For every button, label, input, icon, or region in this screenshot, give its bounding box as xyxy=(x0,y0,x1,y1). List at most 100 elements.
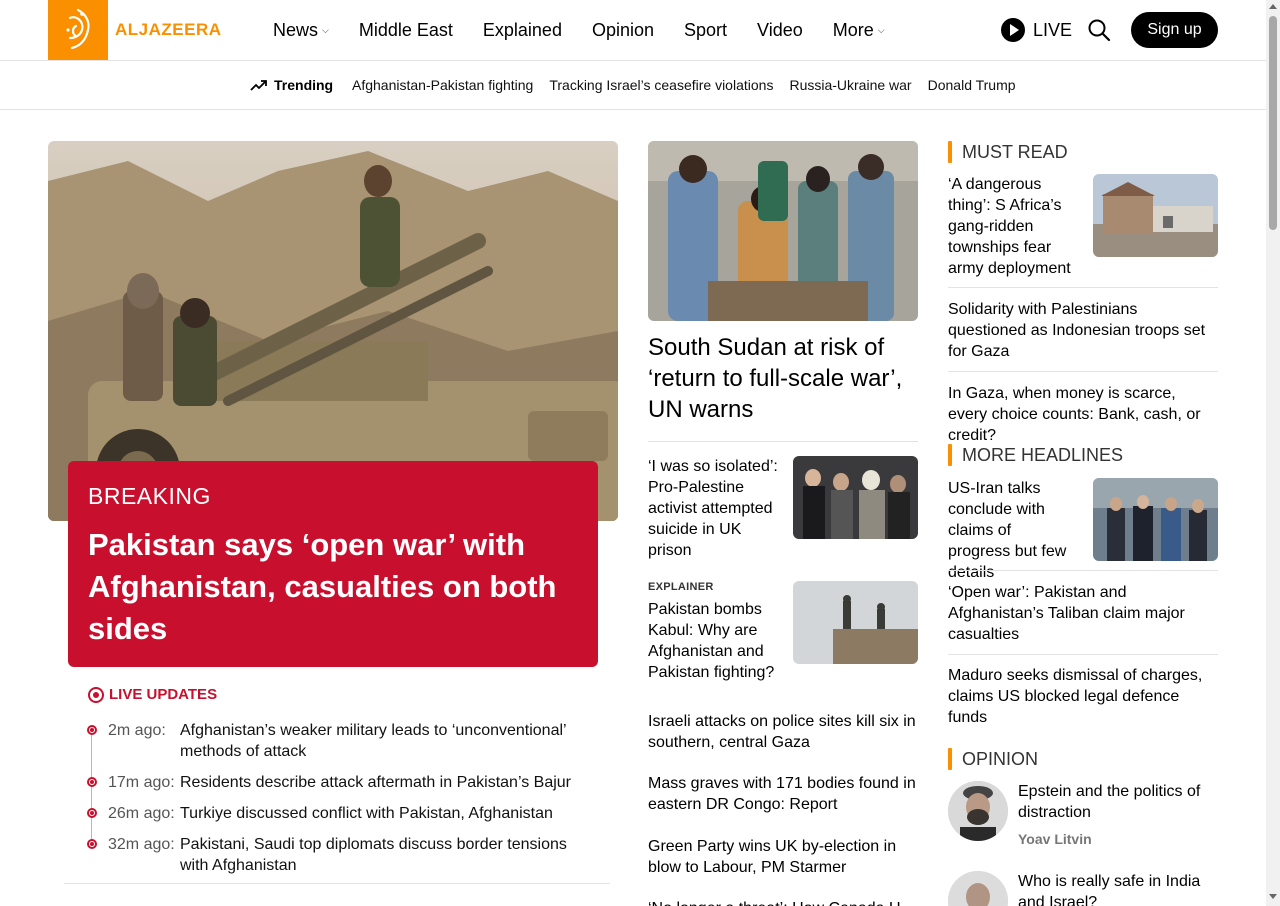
live-dot-icon xyxy=(88,686,104,703)
timeline-dot-icon xyxy=(87,808,97,818)
scrollbar-thumb[interactable] xyxy=(1269,16,1277,230)
section-accent-bar xyxy=(948,141,952,163)
live-update-item[interactable]: 26m ago: Turkiye discussed conflict with… xyxy=(87,803,588,824)
search-icon[interactable] xyxy=(1087,18,1111,42)
must-read-item[interactable]: ‘A dangerous thing’: S Africa’s gang-rid… xyxy=(948,174,1074,279)
story-item[interactable]: EXPLAINER Pakistan bombs Kabul: Why are … xyxy=(648,581,918,683)
nav-opinion[interactable]: Opinion xyxy=(592,20,654,41)
author-avatar[interactable] xyxy=(948,781,1008,841)
trending-link[interactable]: Afghanistan-Pakistan fighting xyxy=(352,77,533,93)
trending-label: Trending xyxy=(250,77,333,93)
scroll-up-arrow-icon[interactable] xyxy=(1269,4,1277,9)
story-link[interactable]: ‘No longer a threat’: How Canada U... xyxy=(648,898,918,906)
live-updates-list: 2m ago: Afghanistan’s weaker military le… xyxy=(87,720,588,886)
opinion-author[interactable]: Yoav Litvin xyxy=(1018,831,1092,847)
nav-label: More xyxy=(832,20,874,40)
must-read-thumbnail[interactable] xyxy=(1093,174,1218,257)
section-accent-bar xyxy=(948,444,952,466)
main-nav: News ⌵ Middle East Explained Opinion Spor… xyxy=(273,20,885,41)
opinion-headline[interactable]: Who is really safe in India and Israel? xyxy=(1018,871,1218,906)
update-text: Pakistani, Saudi top diplomats discuss b… xyxy=(180,836,567,874)
headline-thumbnail[interactable] xyxy=(1093,478,1218,561)
section-title: MORE HEADLINES xyxy=(962,444,1124,465)
update-time: 32m ago: xyxy=(108,836,175,853)
signup-button[interactable]: Sign up xyxy=(1131,12,1218,48)
live-updates-header[interactable]: LIVE UPDATES xyxy=(88,686,588,703)
trending-arrow-icon xyxy=(250,80,267,91)
timeline-dot-icon xyxy=(87,725,97,735)
must-read-item[interactable]: In Gaza, when money is scarce, every cho… xyxy=(948,383,1218,446)
story-thumbnail xyxy=(793,456,918,539)
lead-photo xyxy=(648,141,918,321)
more-headlines-header: MORE HEADLINES xyxy=(948,444,1123,466)
live-update-item[interactable]: 32m ago: Pakistani, Saudi top diplomats … xyxy=(87,834,588,876)
live-update-item[interactable]: 2m ago: Afghanistan’s weaker military le… xyxy=(87,720,588,762)
trending-link[interactable]: Russia-Ukraine war xyxy=(789,77,911,93)
lead-story-headline[interactable]: South Sudan at risk of ‘return to full-s… xyxy=(648,332,918,425)
divider xyxy=(948,570,1218,571)
nav-video[interactable]: Video xyxy=(757,20,803,41)
divider xyxy=(948,371,1218,372)
divider xyxy=(64,883,610,884)
live-updates-label: LIVE UPDATES xyxy=(109,686,218,703)
section-accent-bar xyxy=(948,748,952,770)
update-time: 26m ago: xyxy=(108,805,175,822)
headline-item[interactable]: Maduro seeks dismissal of charges, claim… xyxy=(948,665,1218,728)
nav-news[interactable]: News ⌵ xyxy=(273,20,329,41)
lead-story-image[interactable] xyxy=(648,141,918,321)
story-item[interactable]: ‘I was so isolated’: Pro-Palestine activ… xyxy=(648,456,918,561)
divider xyxy=(948,287,1218,288)
update-text: Turkiye discussed conflict with Pakistan… xyxy=(180,805,553,822)
nav-label: Explained xyxy=(482,20,562,40)
nav-sport[interactable]: Sport xyxy=(684,20,727,41)
section-title: OPINION xyxy=(962,748,1039,769)
play-icon xyxy=(1001,18,1025,42)
story-link[interactable]: Israeli attacks on police sites kill six… xyxy=(648,711,918,753)
opinion-headline[interactable]: Epstein and the politics of distraction xyxy=(1018,781,1218,823)
author-avatar[interactable] xyxy=(948,871,1008,906)
live-updates: LIVE UPDATES 2m ago: Afghanistan’s weake… xyxy=(87,686,588,874)
nav-label: Opinion xyxy=(591,20,654,40)
nav-label: Middle East xyxy=(358,20,453,40)
nav-label: News xyxy=(273,20,319,40)
timeline-dot-icon xyxy=(87,839,97,849)
nav-more[interactable]: More ⌵ xyxy=(833,20,885,41)
breaking-headline[interactable]: Pakistan says ‘open war’ with Afghanista… xyxy=(88,524,578,650)
update-time: 17m ago: xyxy=(108,774,175,791)
update-text: Afghanistan’s weaker military leads to ‘… xyxy=(180,722,566,760)
story-thumbnail xyxy=(793,581,918,664)
story-headline: Pakistan bombs Kabul: Why are Afghanista… xyxy=(648,601,775,681)
chevron-down-icon: ⌵ xyxy=(877,25,885,35)
scroll-down-arrow-icon[interactable] xyxy=(1269,894,1277,899)
live-button[interactable]: LIVE xyxy=(1001,18,1072,42)
must-read-item[interactable]: Solidarity with Palestinians questioned … xyxy=(948,299,1218,362)
aljazeera-logo-icon xyxy=(66,8,90,50)
logo[interactable] xyxy=(48,0,108,60)
nav-label: Sport xyxy=(684,20,728,40)
trending-bar: Trending Afghanistan-Pakistan fighting T… xyxy=(0,61,1266,110)
timeline-dot-icon xyxy=(87,777,97,787)
site-header: ALJAZEERA News ⌵ Middle East Explained Op… xyxy=(0,0,1266,61)
story-link[interactable]: Green Party wins UK by-election in blow … xyxy=(648,836,918,878)
section-title: MUST READ xyxy=(962,141,1068,162)
headline-item[interactable]: ‘Open war’: Pakistan and Afghanistan’s T… xyxy=(948,582,1218,645)
trending-link[interactable]: Donald Trump xyxy=(928,77,1016,93)
update-text: Residents describe attack aftermath in P… xyxy=(180,774,572,791)
update-time: 2m ago: xyxy=(108,722,166,739)
divider xyxy=(948,654,1218,655)
breaking-card[interactable]: BREAKING Pakistan says ‘open war’ with A… xyxy=(68,461,598,667)
story-link[interactable]: Mass graves with 171 bodies found in eas… xyxy=(648,773,918,815)
chevron-down-icon: ⌵ xyxy=(322,25,329,35)
nav-middle-east[interactable]: Middle East xyxy=(359,20,453,41)
breaking-label: BREAKING xyxy=(88,483,211,509)
trending-link[interactable]: Tracking Israel’s ceasefire violations xyxy=(549,77,773,93)
headline-item[interactable]: US-Iran talks conclude with claims of pr… xyxy=(948,478,1074,583)
page-scrollbar[interactable] xyxy=(1266,0,1280,906)
nav-explained[interactable]: Explained xyxy=(483,20,562,41)
logo-wordmark[interactable]: ALJAZEERA xyxy=(115,20,222,40)
must-read-header: MUST READ xyxy=(948,141,1068,163)
live-update-item[interactable]: 17m ago: Residents describe attack after… xyxy=(87,772,588,793)
live-label: LIVE xyxy=(1033,19,1073,40)
divider xyxy=(648,441,918,442)
trending-links: Afghanistan-Pakistan fighting Tracking I… xyxy=(352,77,1016,93)
